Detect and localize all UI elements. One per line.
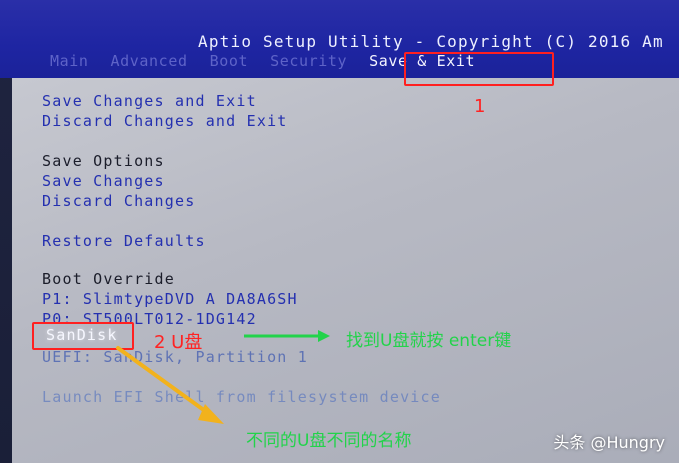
annotation-arrows	[116, 330, 330, 424]
green-arrow-head	[318, 330, 330, 342]
watermark: 头条 @Hungry	[553, 433, 665, 452]
yellow-arrow-line	[116, 346, 214, 418]
bios-screen: Aptio Setup Utility - Copyright (C) 2016…	[0, 0, 679, 463]
annotation-different-names: 不同的U盘不同的名称	[246, 431, 412, 451]
annotation-find-usb: 找到U盘就按 enter键	[346, 331, 512, 351]
